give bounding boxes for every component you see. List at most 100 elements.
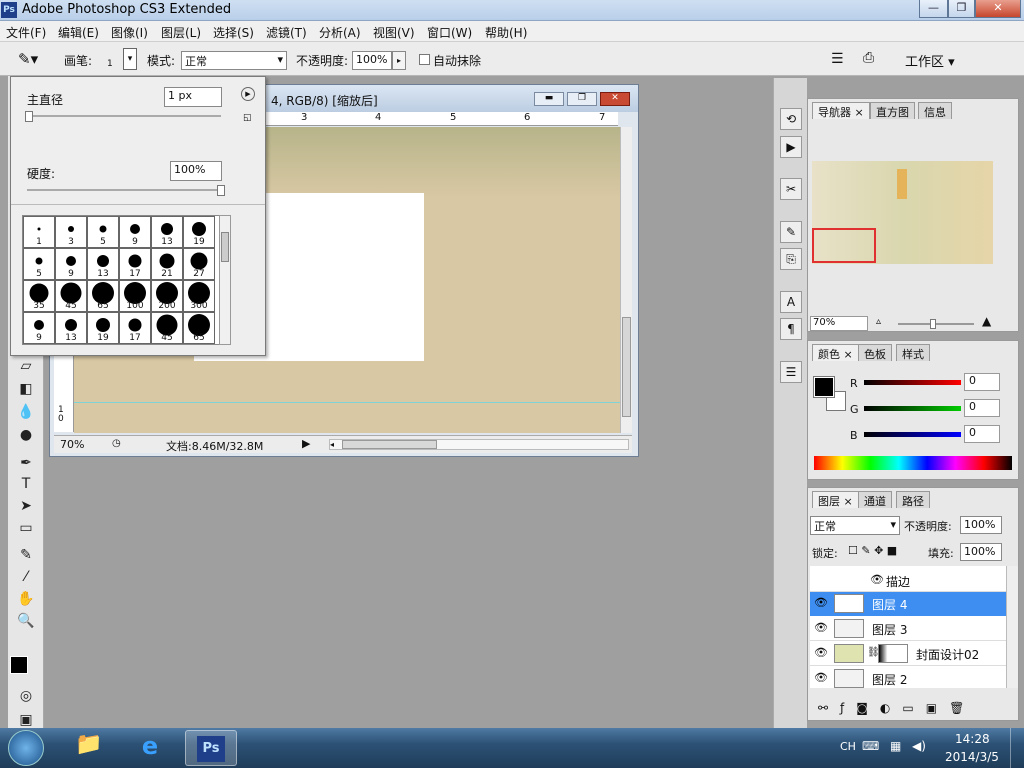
brush-preset[interactable]: 21 (151, 248, 183, 280)
brush-preset[interactable]: 5 (23, 248, 55, 280)
mode-select[interactable]: 正常 ▾ (181, 51, 287, 70)
type-tool-icon[interactable]: T (14, 474, 38, 494)
menu-file[interactable]: 文件(F) (6, 24, 46, 41)
tab-color[interactable]: 颜色 × (812, 344, 859, 361)
quick-mask-icon[interactable]: ◎ (14, 686, 38, 706)
doc-minimize-button[interactable]: ▬ (534, 92, 564, 106)
restore-button[interactable]: ❐ (948, 0, 975, 18)
brushes-palette-icon[interactable]: ☰ (831, 51, 844, 67)
brush-grid-scroll-thumb[interactable] (221, 232, 229, 262)
vertical-scrollbar[interactable] (620, 127, 632, 433)
history-icon[interactable]: ⟲ (780, 108, 802, 130)
b-slider[interactable] (864, 432, 961, 437)
menu-analysis[interactable]: 分析(A) (319, 24, 361, 41)
menu-filter[interactable]: 滤镜(T) (266, 24, 307, 41)
explorer-taskbar-icon[interactable]: 📁 (72, 732, 106, 764)
zoom-tool-icon[interactable]: 🔍 (14, 611, 38, 631)
brush-preset[interactable]: 200 (151, 280, 183, 312)
navigator-thumbnail[interactable] (812, 161, 993, 264)
path-select-tool-icon[interactable]: ➤ (14, 496, 38, 516)
brush-preset[interactable]: 9 (55, 248, 87, 280)
brush-preset[interactable]: 27 (183, 248, 215, 280)
layer-opacity-input[interactable]: 100% (960, 516, 1002, 534)
lock-icons[interactable]: ☐ ✎ ✥ ■ (848, 544, 897, 557)
clone-source-icon[interactable]: ⎘ (780, 248, 802, 270)
opacity-input[interactable]: 100% (352, 51, 392, 70)
workspace-menu[interactable]: 工作区 ▾ (905, 51, 955, 70)
eye-icon[interactable]: 👁 (814, 621, 828, 634)
r-input[interactable]: 0 (964, 373, 1000, 391)
diameter-slider[interactable] (25, 111, 221, 122)
zoom-out-icon[interactable]: ▵ (876, 316, 881, 327)
fill-input[interactable]: 100% (960, 543, 1002, 561)
screen-mode-icon[interactable]: ▣ (14, 710, 38, 730)
eye-icon[interactable]: 👁 (814, 596, 828, 609)
brush-preset[interactable]: 9 (119, 216, 151, 248)
brushes-icon[interactable]: ✎ (780, 221, 802, 243)
eye-icon[interactable]: 👁 (814, 646, 828, 659)
brush-preset[interactable]: 19 (183, 216, 215, 248)
brush-preset[interactable]: 300 (183, 280, 215, 312)
keyboard-icon[interactable]: ⌨ (862, 739, 879, 753)
layer-footer-icons[interactable]: ⚯ƒ◙◐▭▣🗑 (818, 701, 976, 715)
tab-swatches[interactable]: 色板 (858, 344, 892, 361)
bridge-icon[interactable]: ⎙ (863, 50, 874, 66)
vertical-scroll-thumb[interactable] (622, 317, 631, 417)
photoshop-taskbar-button[interactable]: Ps (185, 730, 237, 766)
scroll-left-arrow-icon[interactable]: ◂ (330, 440, 340, 449)
navigator-zoom-thumb[interactable] (930, 319, 936, 329)
character-icon[interactable]: A (780, 291, 802, 313)
menu-edit[interactable]: 编辑(E) (58, 24, 99, 41)
network-icon[interactable]: ▦ (890, 739, 901, 753)
close-button[interactable]: ✕ (975, 0, 1021, 18)
clock-time[interactable]: 14:28 (955, 732, 990, 746)
volume-icon[interactable]: ◀) (912, 739, 926, 753)
actions-icon[interactable]: ▶ (780, 136, 802, 158)
brush-preset[interactable]: 13 (151, 216, 183, 248)
diameter-slider-thumb[interactable] (25, 111, 33, 122)
hand-tool-icon[interactable]: ✋ (14, 589, 38, 609)
r-slider[interactable] (864, 380, 961, 385)
hardness-slider[interactable] (27, 185, 225, 196)
layer-comps-icon[interactable]: ☰ (780, 361, 802, 383)
navigator-zoom-slider[interactable] (898, 319, 974, 329)
brush-preset[interactable]: 45 (151, 312, 183, 344)
brush-preset[interactable]: 1 (23, 216, 55, 248)
menu-layer[interactable]: 图层(L) (161, 24, 201, 41)
b-input[interactable]: 0 (964, 425, 1000, 443)
status-info-icon[interactable]: ◷ (112, 438, 121, 449)
foreground-color-swatch[interactable] (10, 656, 28, 674)
layer-mask-thumbnail[interactable] (878, 644, 908, 663)
eye-icon[interactable]: 👁 (870, 573, 884, 586)
tab-histogram[interactable]: 直方图 (870, 102, 915, 119)
eraser-tool-icon[interactable]: ▱ (14, 356, 38, 376)
tab-paths[interactable]: 路径 (896, 491, 930, 508)
layer-row[interactable]: 👁 ⛓ 封面设计02 (810, 642, 1006, 666)
brush-preset[interactable]: 65 (87, 280, 119, 312)
g-slider[interactable] (864, 406, 961, 411)
tab-info[interactable]: 信息 (918, 102, 952, 119)
menu-help[interactable]: 帮助(H) (485, 24, 527, 41)
doc-restore-button[interactable]: ❐ (567, 92, 597, 106)
navigator-view-box[interactable] (812, 228, 876, 263)
tool-presets-icon[interactable]: ✂ (780, 178, 802, 200)
color-fg-swatch[interactable] (813, 376, 835, 398)
pencil-tool-icon[interactable]: ✎▾ (18, 50, 38, 68)
blur-tool-icon[interactable]: 💧 (14, 402, 38, 422)
brush-preset[interactable]: 5 (87, 216, 119, 248)
brush-preset[interactable]: 45 (55, 280, 87, 312)
tab-navigator[interactable]: 导航器 × (812, 102, 870, 119)
layer-row[interactable]: 👁 图层 4 (810, 592, 1006, 616)
brush-preset[interactable]: 17 (119, 312, 151, 344)
ie-taskbar-icon[interactable]: e (133, 732, 167, 764)
eyedropper-tool-icon[interactable]: ⁄ (14, 567, 38, 587)
doc-close-button[interactable]: ✕ (600, 92, 630, 106)
brush-preset[interactable]: 19 (87, 312, 119, 344)
layer-effect-row[interactable]: 👁 描边 (810, 570, 1006, 592)
shape-tool-icon[interactable]: ▭ (14, 518, 38, 538)
tab-styles[interactable]: 样式 (896, 344, 930, 361)
eye-icon[interactable]: 👁 (814, 671, 828, 684)
blend-mode-select[interactable]: 正常 ▾ (810, 516, 900, 535)
navigator-zoom-input[interactable]: 70% (810, 316, 868, 331)
menu-window[interactable]: 窗口(W) (427, 24, 472, 41)
